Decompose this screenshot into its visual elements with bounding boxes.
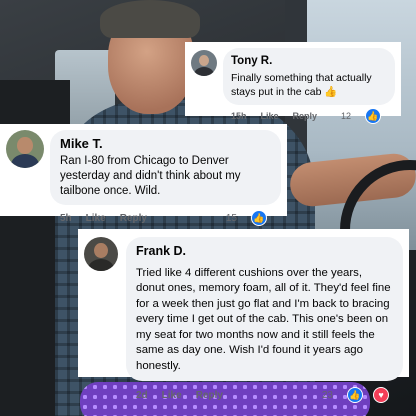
comment-bubble: Tony R. Finally something that actually … xyxy=(223,48,395,105)
comment-text: Finally something that actually stays pu… xyxy=(231,72,372,98)
avatar-face xyxy=(198,54,210,67)
comment-time[interactable]: 5h xyxy=(60,213,72,224)
reply-button[interactable]: Reply xyxy=(293,111,318,121)
reaction-summary[interactable]: 23 👍 ♥ xyxy=(322,387,403,403)
comment-bubble: Frank D. Tried like 4 different cushions… xyxy=(126,237,403,381)
comment-text: Ran I-80 from Chicago to Denver yesterda… xyxy=(60,155,241,197)
comment-author[interactable]: Frank D. xyxy=(136,244,393,260)
avatar-face xyxy=(17,136,33,154)
avatar-shoulders xyxy=(88,258,114,271)
like-button[interactable]: Like xyxy=(162,390,182,401)
thumbs-up-icon: 👍 xyxy=(251,210,267,226)
like-button[interactable]: Like xyxy=(86,213,106,224)
avatar-shoulders xyxy=(194,66,214,76)
avatar[interactable] xyxy=(191,50,217,76)
comment-meta: 5h Like Reply 15 👍 xyxy=(50,210,281,226)
like-button[interactable]: Like xyxy=(261,111,279,121)
driver-cap xyxy=(100,0,200,38)
avatar-shoulders xyxy=(10,154,40,168)
reaction-count: 15 xyxy=(225,212,237,224)
comment-author[interactable]: Tony R. xyxy=(231,54,387,68)
comment-meta: 2d Like Reply 23 👍 ♥ xyxy=(126,387,403,403)
reaction-summary[interactable]: 15 👍 xyxy=(226,210,281,226)
comment-meta: 15h Like Reply 12 👍 xyxy=(223,108,395,124)
thumbs-up-icon: 👍 xyxy=(347,387,363,403)
heart-icon: ♥ xyxy=(373,387,389,403)
reply-button[interactable]: Reply xyxy=(196,390,223,401)
avatar-face xyxy=(94,243,108,259)
comment-text: Tried like 4 different cushions over the… xyxy=(136,266,391,372)
comment-card: Frank D. Tried like 4 different cushions… xyxy=(78,229,409,403)
reaction-count: 12 xyxy=(340,111,351,121)
comment-card: Mike T. Ran I-80 from Chicago to Denver … xyxy=(0,124,287,226)
reaction-summary[interactable]: 12 👍 xyxy=(341,108,395,124)
reaction-count: 23 xyxy=(321,389,333,401)
comment-card: Tony R. Finally something that actually … xyxy=(185,42,401,124)
avatar[interactable] xyxy=(84,237,118,271)
avatar[interactable] xyxy=(6,130,44,168)
thumbs-up-icon: 👍 xyxy=(365,108,381,124)
comment-author[interactable]: Mike T. xyxy=(60,136,271,151)
comment-bubble: Mike T. Ran I-80 from Chicago to Denver … xyxy=(50,130,281,205)
comment-time[interactable]: 15h xyxy=(231,111,247,121)
comment-time[interactable]: 2d xyxy=(136,390,148,401)
reply-button[interactable]: Reply xyxy=(120,213,147,224)
